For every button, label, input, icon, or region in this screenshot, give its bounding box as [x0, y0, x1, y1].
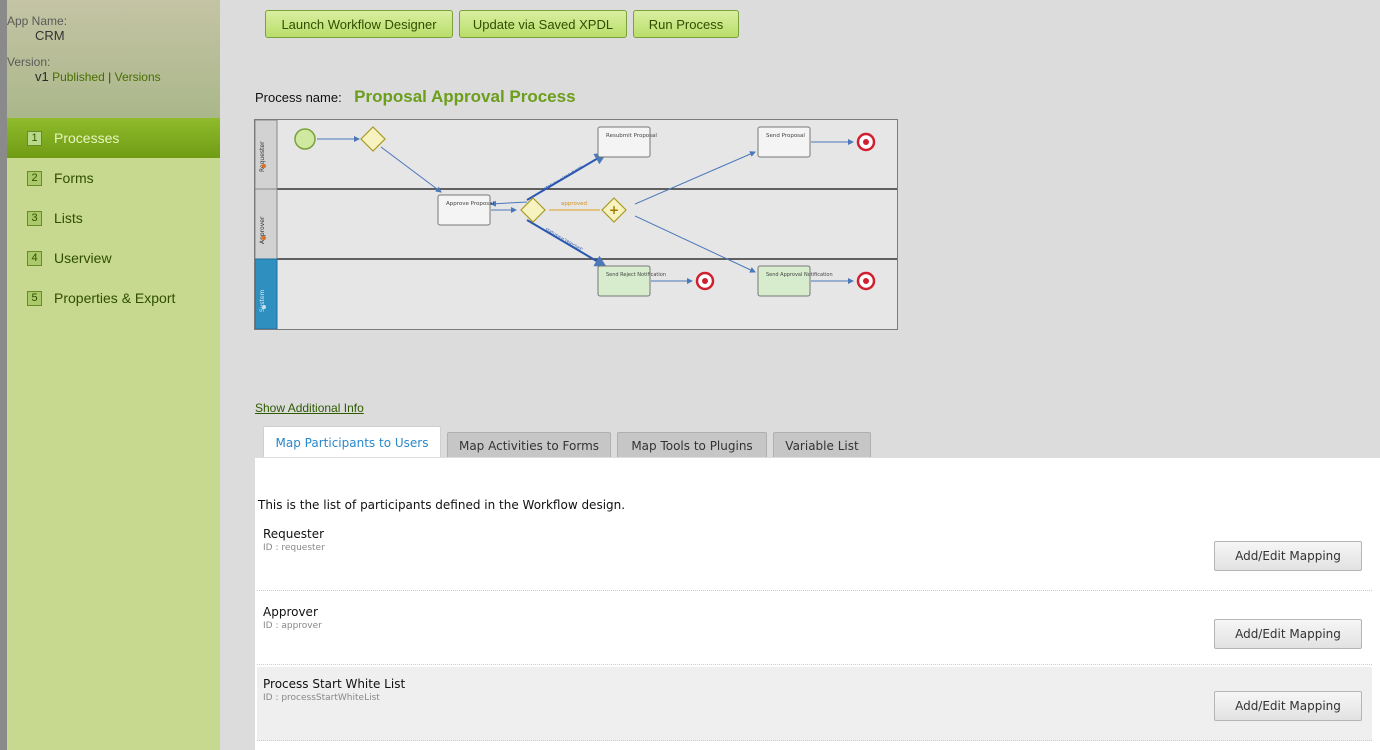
parallel-gateway-plus-icon: +: [609, 203, 619, 217]
app-name-label: App Name:: [7, 14, 68, 28]
activity-label-send-approval: Send Approval Notification: [766, 272, 833, 278]
version-number: v1: [35, 69, 49, 84]
activity-label-send-proposal: Send Proposal: [766, 133, 805, 139]
process-diagram-svg: Requester Approver System Approve Propos…: [255, 120, 897, 329]
version-label: Version:: [7, 55, 51, 69]
participant-name: Process Start White List: [263, 677, 406, 691]
sidebar-item-label: Userview: [54, 250, 112, 266]
participant-row: Process Start White List ID : processSta…: [257, 667, 1372, 741]
versions-link[interactable]: Versions: [115, 70, 161, 84]
participant-row: Approver ID : approver Add/Edit Mapping: [257, 598, 1372, 665]
participant-icon: [262, 164, 266, 168]
sidebar-item-label: Processes: [54, 130, 120, 146]
show-additional-info-link[interactable]: Show Additional Info: [255, 401, 364, 415]
participant-id: ID : requester: [263, 543, 325, 553]
participant-icon: [262, 236, 266, 240]
sidebar-item-forms[interactable]: 2 Forms: [7, 158, 220, 198]
sidebar-item-lists[interactable]: 3 Lists: [7, 198, 220, 238]
lane-label-approver: Approver: [259, 216, 266, 244]
tab-variable-list[interactable]: Variable List: [773, 432, 871, 458]
app-name: CRM: [35, 28, 65, 43]
nav-number: 1: [27, 130, 42, 146]
activity-label-send-reject: Send Reject Notification: [606, 272, 666, 278]
participant-name: Approver: [263, 605, 318, 619]
process-diagram[interactable]: Requester Approver System Approve Propos…: [254, 119, 898, 330]
version-separator: |: [108, 70, 112, 84]
activity-send-reject-notification: [597, 265, 651, 297]
participant-name: Requester: [263, 527, 325, 541]
sidebar-item-label: Lists: [54, 210, 83, 226]
sidebar-item-properties-export[interactable]: 5 Properties & Export: [7, 278, 220, 318]
add-edit-mapping-button[interactable]: Add/Edit Mapping: [1214, 541, 1362, 571]
activity-label-resubmit: Resubmit Proposal: [606, 133, 657, 139]
add-edit-mapping-button[interactable]: Add/Edit Mapping: [1214, 619, 1362, 649]
participant-id: ID : approver: [263, 621, 322, 631]
sidebar-item-processes[interactable]: 1 Processes: [7, 118, 220, 158]
nav-number: 3: [27, 210, 42, 226]
tab-map-participants-to-users[interactable]: Map Participants to Users: [263, 426, 441, 459]
tab-panel: This is the list of participants defined…: [255, 458, 1380, 750]
process-name: Proposal Approval Process: [354, 87, 576, 106]
sidebar-item-userview[interactable]: 4 Userview: [7, 238, 220, 278]
tab-map-tools-to-plugins[interactable]: Map Tools to Plugins: [617, 432, 767, 458]
tab-map-activities-to-forms[interactable]: Map Activities to Forms: [447, 432, 611, 458]
participant-id: ID : processStartWhiteList: [263, 693, 380, 703]
version-line: v1 Published | Versions: [7, 69, 220, 84]
transition-label-approved: approved: [561, 201, 587, 207]
run-process-button[interactable]: Run Process: [633, 10, 739, 38]
sidebar-item-label: Properties & Export: [54, 290, 176, 306]
process-name-label: Process name:: [255, 90, 342, 105]
nav-number: 5: [27, 290, 42, 306]
start-event: [294, 128, 316, 150]
nav-number: 4: [27, 250, 42, 266]
activity-resubmit-proposal: [597, 126, 651, 158]
participant-icon: [262, 305, 266, 309]
process-name-row: Process name: Proposal Approval Process: [255, 87, 576, 107]
launch-workflow-designer-button[interactable]: Launch Workflow Designer: [265, 10, 453, 38]
panel-description: This is the list of participants defined…: [258, 498, 626, 512]
update-via-saved-xpdl-button[interactable]: Update via Saved XPDL: [459, 10, 627, 38]
activity-label-approve: Approve Proposal: [446, 201, 494, 207]
sidebar: App Name: CRM Version: v1 Published | Ve…: [0, 0, 220, 750]
nav-number: 2: [27, 170, 42, 186]
activity-send-proposal: [757, 126, 811, 158]
sidebar-item-label: Forms: [54, 170, 94, 186]
participant-row: Requester ID : requester Add/Edit Mappin…: [257, 520, 1372, 591]
sidebar-nav: 1 Processes 2 Forms 3 Lists 4 Userview 5…: [7, 118, 220, 318]
published-link[interactable]: Published: [52, 70, 105, 84]
app-info: App Name: CRM Version: v1 Published | Ve…: [7, 0, 220, 118]
add-edit-mapping-button[interactable]: Add/Edit Mapping: [1214, 691, 1362, 721]
activity-send-approval-notification: [757, 265, 811, 297]
activity-approve-proposal: [437, 194, 491, 226]
